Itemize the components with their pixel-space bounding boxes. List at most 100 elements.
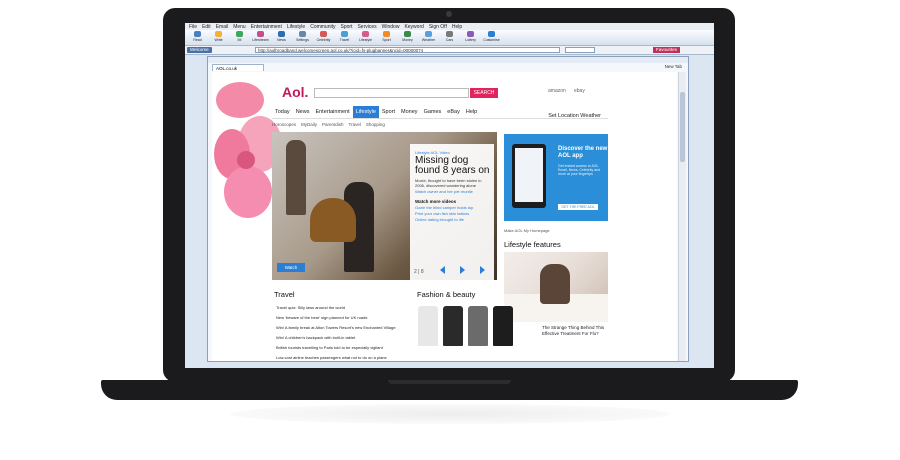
- toolbar-button[interactable]: Travel: [335, 30, 354, 45]
- lifestyle-image[interactable]: [504, 252, 608, 322]
- feature-overlay: Lifestyle AOL Video Missing dog found 8 …: [410, 144, 494, 280]
- toolbar-button[interactable]: Cars: [440, 30, 459, 45]
- subnav-link[interactable]: MyDaily: [301, 122, 317, 127]
- next-arrow-icon[interactable]: [460, 266, 465, 274]
- travel-link[interactable]: Travel quiz: Silly laws around the world: [276, 303, 411, 313]
- feature-title[interactable]: Missing dog found 8 years on: [415, 156, 490, 176]
- laptop-bezel: File Edit Email Menu Entertainment Lifestyle C…: [163, 8, 735, 382]
- nav-tab[interactable]: Money: [398, 106, 421, 118]
- scrollbar[interactable]: [678, 72, 686, 361]
- slide-counter: 2 | 8: [414, 269, 424, 275]
- travel-heading[interactable]: Travel: [274, 290, 295, 299]
- location-weather[interactable]: Set Location Weather: [545, 110, 604, 122]
- toolbar-label: Lifestream: [252, 38, 269, 42]
- toolbar-icon: [194, 31, 201, 37]
- toolbar-button[interactable]: Celebrity: [314, 30, 333, 45]
- travel-link[interactable]: Low-cost airline teaches passengers what…: [276, 353, 411, 361]
- watch-button[interactable]: Watch: [277, 263, 305, 272]
- menu-item[interactable]: Sport: [341, 24, 353, 30]
- tab-aol[interactable]: AOL.co.uk: [212, 64, 264, 71]
- menu-item[interactable]: Window: [382, 24, 400, 30]
- aol-app-ad[interactable]: Discover the new AOL app Get instant acc…: [504, 134, 608, 221]
- nav-tab[interactable]: Today: [272, 106, 293, 118]
- toolbar-button[interactable]: Write: [209, 30, 228, 45]
- nav-tab[interactable]: Games: [421, 106, 445, 118]
- url-field[interactable]: http://aolbroadband.welcomescreen.aol.co…: [255, 47, 560, 53]
- outfit-item[interactable]: [493, 306, 513, 346]
- tab-strip: AOL.co.uk New Tab: [208, 64, 688, 71]
- toolbar-search-input[interactable]: [565, 47, 595, 53]
- toolbar-label: Write: [214, 38, 223, 42]
- toolbar-button[interactable]: Sport: [377, 30, 396, 45]
- fashion-heading[interactable]: Fashion & beauty: [417, 290, 475, 299]
- toolbar-icon: [383, 31, 390, 37]
- travel-link[interactable]: Win! A family break at Alton Towers Reso…: [276, 323, 411, 333]
- toolbar-button[interactable]: Settings: [293, 30, 312, 45]
- toolbar-button[interactable]: Customise: [482, 30, 501, 45]
- toolbar-button[interactable]: Lottery: [461, 30, 480, 45]
- subnav-link[interactable]: Horoscopes: [272, 122, 296, 127]
- ad-button[interactable]: GET THE FREE AOL APP: [558, 204, 598, 215]
- menu-item[interactable]: Lifestyle: [287, 24, 305, 30]
- toolbar-button[interactable]: Weather: [419, 30, 438, 45]
- nav-tab[interactable]: eBay: [444, 106, 463, 118]
- nav-tab[interactable]: Lifestyle: [352, 106, 379, 118]
- travel-list: Travel quiz: Silly laws around the world…: [276, 303, 411, 361]
- toolbar-button[interactable]: News: [272, 30, 291, 45]
- toolbar-button[interactable]: Read: [188, 30, 207, 45]
- prev-arrow-icon[interactable]: [440, 266, 445, 274]
- subnav-link[interactable]: Shopping: [366, 122, 385, 127]
- ebay-link[interactable]: ebay: [574, 88, 585, 94]
- nav-tab[interactable]: Help: [463, 106, 480, 118]
- toolbar-button[interactable]: Lifestyle: [356, 30, 375, 45]
- menu-item[interactable]: Keyword: [404, 24, 423, 30]
- nav-tab[interactable]: Entertainment: [312, 106, 352, 118]
- menu-item[interactable]: Menu: [233, 24, 246, 30]
- search-input[interactable]: [314, 88, 469, 98]
- toolbar-label: Celebrity: [316, 38, 331, 42]
- outfit-item[interactable]: [418, 306, 438, 346]
- subnav-link[interactable]: Travel: [349, 122, 361, 127]
- featured-video[interactable]: Lifestyle AOL Video Missing dog found 8 …: [272, 132, 497, 280]
- welcome-button[interactable]: Welcome: [187, 47, 212, 53]
- aol-logo[interactable]: Aol.: [282, 84, 308, 100]
- menu-item[interactable]: Community: [310, 24, 335, 30]
- travel-link[interactable]: Win! A children's backpack with built-in…: [276, 333, 411, 343]
- subnav-link[interactable]: Parentdish: [322, 122, 344, 127]
- next-arrow-icon[interactable]: [480, 266, 485, 274]
- travel-link[interactable]: New 'beware of the bear' sign planned fo…: [276, 313, 411, 323]
- feature-link[interactable]: Watch owner and her pet reunite: [415, 189, 494, 194]
- menu-item[interactable]: Help: [452, 24, 462, 30]
- toolbar-icon: [236, 31, 243, 37]
- toolbar-label: Travel: [339, 38, 350, 42]
- new-tab-button[interactable]: New Tab: [665, 64, 682, 69]
- menu-item[interactable]: File: [189, 24, 197, 30]
- menu-item[interactable]: Email: [216, 24, 229, 30]
- travel-link[interactable]: British tourists travelling to Paris tol…: [276, 343, 411, 353]
- status-bar: [185, 362, 714, 368]
- menu-item[interactable]: Entertainment: [251, 24, 282, 30]
- menu-item[interactable]: Sign Off: [429, 24, 447, 30]
- nav-tab[interactable]: News: [293, 106, 313, 118]
- nav-tab[interactable]: Sport: [379, 106, 398, 118]
- toolbar-button[interactable]: Lifestream: [251, 30, 270, 45]
- more-video-link[interactable]: Print your own fish skin tattoos: [415, 211, 494, 216]
- phone-icon: [512, 144, 546, 208]
- more-video-link[interactable]: Online dating brought to life: [415, 217, 494, 222]
- menu-item[interactable]: Services: [357, 24, 376, 30]
- search-button[interactable]: SEARCH: [470, 88, 498, 98]
- toolbar-icon: [278, 31, 285, 37]
- more-video-link[interactable]: Ozzie the blind camper holds top: [415, 205, 494, 210]
- laptop-base: [101, 380, 798, 400]
- outfit-item[interactable]: [443, 306, 463, 346]
- amazon-link[interactable]: amazon: [548, 88, 566, 94]
- menu-item[interactable]: Edit: [202, 24, 211, 30]
- scroll-thumb[interactable]: [680, 92, 685, 162]
- lifestyle-caption[interactable]: The Strange Thing Behind This Effective …: [542, 325, 608, 336]
- toolbar-icon: [215, 31, 222, 37]
- outfit-item[interactable]: [468, 306, 488, 346]
- toolbar-button[interactable]: Money: [398, 30, 417, 45]
- favourites-button[interactable]: Favourites: [653, 47, 681, 53]
- toolbar-button[interactable]: IM: [230, 30, 249, 45]
- make-homepage-link[interactable]: Make AOL My Homepage: [504, 228, 550, 233]
